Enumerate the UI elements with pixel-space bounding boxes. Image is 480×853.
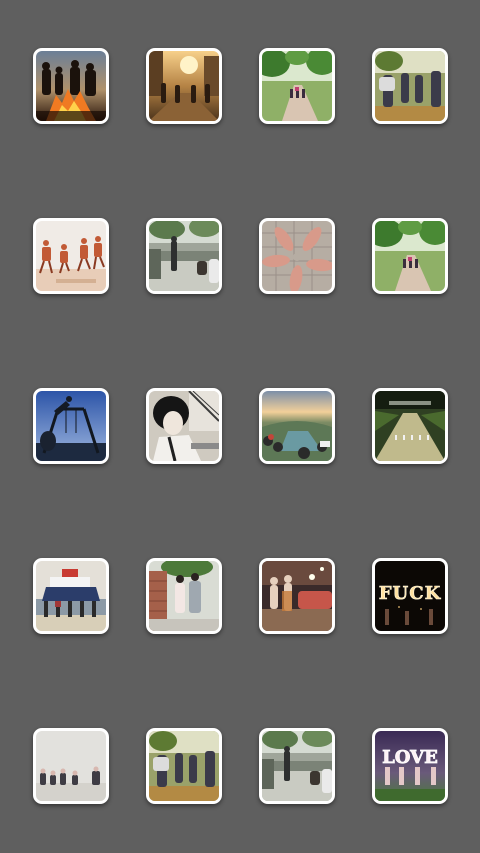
bonfire-photo-icon xyxy=(36,51,106,121)
feet-circle-photo-icon xyxy=(262,221,332,291)
photo-tile-9[interactable] xyxy=(33,388,109,464)
swing-photo-icon xyxy=(36,391,106,461)
photo-tile-19[interactable] xyxy=(259,728,335,804)
photo-tile-12[interactable] xyxy=(372,388,448,464)
photo-tile-20[interactable]: LOVE xyxy=(372,728,448,804)
photo-tile-3[interactable] xyxy=(259,48,335,124)
photo-tile-17[interactable] xyxy=(33,728,109,804)
photo-tile-15[interactable] xyxy=(259,558,335,634)
friends-field-photo-icon xyxy=(375,51,445,121)
car-party-photo-icon xyxy=(262,561,332,631)
bridge-river-photo-icon xyxy=(262,731,332,801)
jumping-beach-photo-icon xyxy=(36,221,106,291)
sparkler-text: FUCK xyxy=(379,583,442,604)
photo-tile-5[interactable] xyxy=(33,218,109,294)
sparkler-letters-photo-icon: FUCK xyxy=(375,561,445,631)
hilltop-photo-icon xyxy=(262,391,332,461)
photo-tile-7[interactable] xyxy=(259,218,335,294)
sparkler-love-text: LOVE xyxy=(382,747,438,768)
park-path-photo-icon xyxy=(262,51,332,121)
photo-tile-14[interactable] xyxy=(146,558,222,634)
brick-wall-photo-icon xyxy=(149,561,219,631)
photo-tile-13[interactable] xyxy=(33,558,109,634)
tree-avenue-photo-icon xyxy=(375,391,445,461)
park-path-photo-icon xyxy=(375,221,445,291)
friends-field-photo-icon xyxy=(149,731,219,801)
photo-grid: FUCK LOVE xyxy=(0,0,480,853)
photo-tile-4[interactable] xyxy=(372,48,448,124)
bridge-river-photo-icon xyxy=(149,221,219,291)
portrait-photo-icon xyxy=(149,391,219,461)
fog-group-photo-icon xyxy=(36,731,106,801)
ship-harbor-photo-icon xyxy=(36,561,106,631)
photo-tile-6[interactable] xyxy=(146,218,222,294)
street-sunset-photo-icon xyxy=(149,51,219,121)
photo-tile-1[interactable] xyxy=(33,48,109,124)
photo-tile-2[interactable] xyxy=(146,48,222,124)
photo-tile-18[interactable] xyxy=(146,728,222,804)
photo-tile-8[interactable] xyxy=(372,218,448,294)
sparkler-love-photo-icon: LOVE xyxy=(375,731,445,801)
photo-tile-16[interactable]: FUCK xyxy=(372,558,448,634)
photo-tile-10[interactable] xyxy=(146,388,222,464)
photo-tile-11[interactable] xyxy=(259,388,335,464)
